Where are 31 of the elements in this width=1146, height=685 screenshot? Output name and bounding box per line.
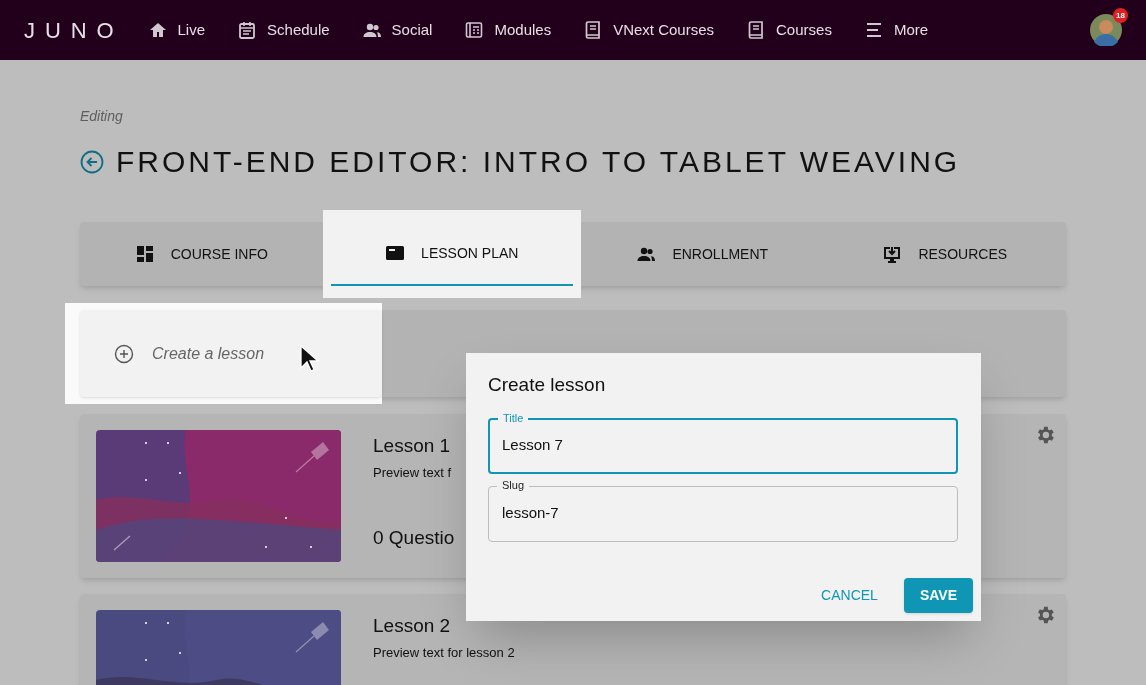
tab[interactable]: ENROLLMENT bbox=[581, 222, 824, 286]
lesson-title: Lesson 2 bbox=[373, 614, 452, 638]
dialog-title: Create lesson bbox=[488, 373, 607, 397]
cursor-icon bbox=[300, 344, 321, 373]
nav-link[interactable]: Live bbox=[147, 18, 206, 42]
nav-link[interactable]: Social bbox=[361, 18, 433, 42]
nav-link[interactable]: Schedule bbox=[237, 18, 330, 42]
create-lesson-button[interactable]: Create a lesson bbox=[80, 310, 382, 397]
download-icon bbox=[882, 244, 903, 264]
dashboard-icon bbox=[134, 244, 155, 264]
subtitle: Editing bbox=[80, 107, 124, 126]
nav-link[interactable]: Courses bbox=[746, 18, 832, 42]
add-icon bbox=[114, 343, 134, 364]
nav-link[interactable]: More bbox=[863, 18, 929, 42]
nav-link[interactable]: Modules bbox=[464, 18, 552, 42]
back-icon[interactable] bbox=[80, 149, 104, 174]
calendar-icon bbox=[237, 20, 258, 40]
lesson-preview: Preview text f bbox=[373, 463, 453, 482]
page-title: FRONT-END EDITOR: INTRO TO TABLET WEAVING bbox=[116, 144, 961, 180]
lesson-preview: Preview text for lesson 2 bbox=[373, 643, 515, 662]
tab[interactable]: RESOURCES bbox=[823, 222, 1066, 286]
lesson-title: Lesson 1 bbox=[373, 434, 452, 458]
nav-link[interactable]: VNext Courses bbox=[583, 18, 715, 42]
grid-book-icon bbox=[464, 20, 485, 40]
logo[interactable]: JUNO bbox=[24, 13, 124, 47]
question-count: 0 Questio bbox=[373, 525, 455, 550]
card-icon bbox=[385, 243, 406, 263]
notification-badge: 18 bbox=[1113, 8, 1128, 23]
field-value: lesson-7 bbox=[502, 503, 559, 524]
tab[interactable]: COURSE INFO bbox=[80, 222, 323, 286]
field-value: Lesson 7 bbox=[502, 435, 563, 456]
